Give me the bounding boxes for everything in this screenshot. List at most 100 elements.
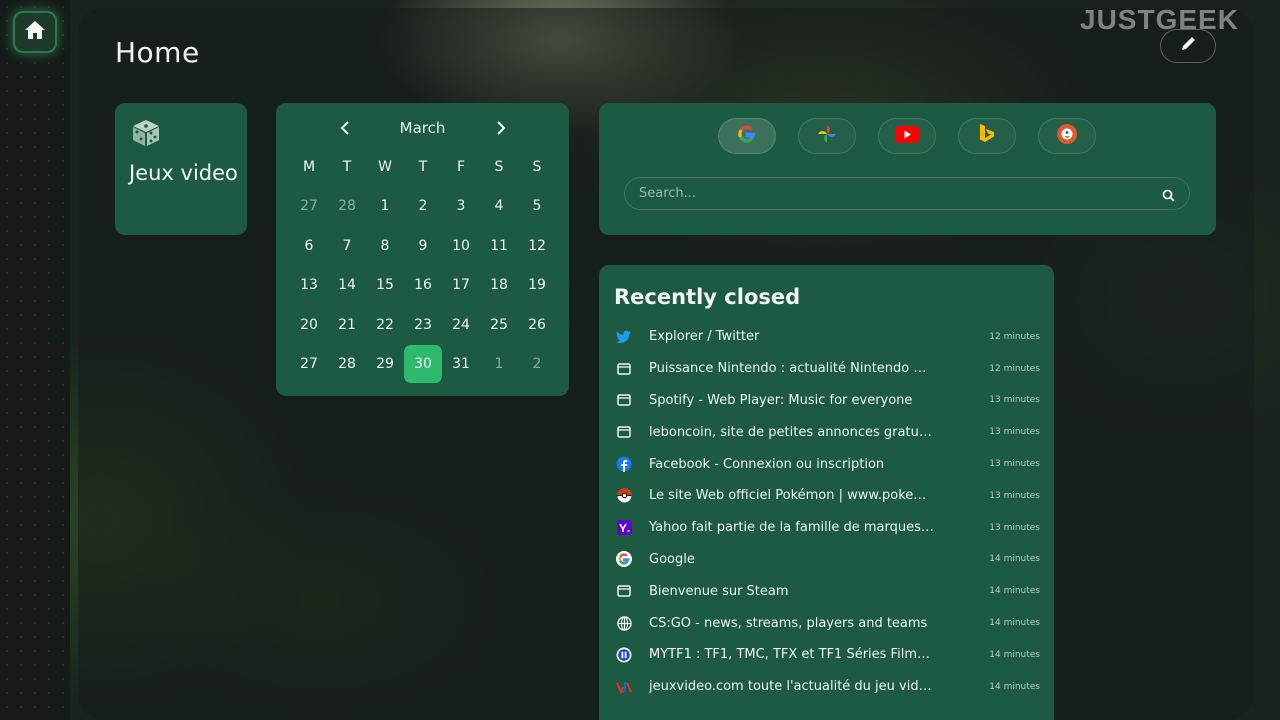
calendar-day[interactable]: 26 (518, 306, 556, 344)
list-item[interactable]: Yahoo fait partie de la famille de marqu… (615, 512, 1040, 544)
list-item[interactable]: leboncoin, site de petites annonces grat… (615, 416, 1040, 448)
list-item[interactable]: Bienvenue sur Steam 14 minutes (615, 575, 1040, 607)
recent-item-title: Google (649, 551, 695, 567)
recent-item-title: Explorer / Twitter (649, 329, 760, 345)
google-icon (615, 550, 633, 568)
engine-duckduckgo-button[interactable] (1038, 118, 1096, 154)
search-input[interactable] (639, 178, 1139, 209)
calendar-day[interactable]: 15 (366, 266, 404, 304)
calendar-day[interactable]: 8 (366, 227, 404, 265)
folder-icon (615, 360, 633, 378)
list-item[interactable]: jeuxvideo.com toute l'actualité du jeu v… (615, 671, 1040, 703)
pinwheel-icon (816, 123, 838, 149)
calendar-day[interactable]: 23 (404, 306, 442, 344)
calendar-day[interactable]: 13 (290, 266, 328, 304)
list-item[interactable]: Le site Web officiel Pokémon | www.pokem… (615, 480, 1040, 512)
calendar-day[interactable]: 29 (366, 345, 404, 383)
calendar-day[interactable]: 28 (328, 187, 366, 225)
list-item[interactable]: Google 14 minutes (615, 544, 1040, 576)
calendar-day[interactable]: 27 (290, 345, 328, 383)
shortcut-label: Jeux video (129, 161, 238, 185)
recently-closed-title: Recently closed (614, 285, 801, 309)
list-item[interactable]: MYTF1 : TF1, TMC, TFX et TF1 Séries Film… (615, 639, 1040, 671)
calendar-day[interactable]: 11 (480, 227, 518, 265)
recent-item-time: 12 minutes (989, 363, 1040, 374)
edit-button[interactable] (1160, 29, 1216, 63)
folder-icon (615, 391, 633, 409)
globe-icon (615, 614, 633, 632)
calendar-day[interactable]: 12 (518, 227, 556, 265)
calendar-day[interactable]: 20 (290, 306, 328, 344)
recent-item-time: 14 minutes (989, 586, 1040, 597)
list-item[interactable]: Puissance Nintendo : actualité Nintendo … (615, 353, 1040, 385)
engine-bing-button[interactable] (958, 118, 1016, 154)
folder-icon (615, 582, 633, 600)
recent-item-title: CS:GO - news, streams, players and teams (649, 615, 928, 631)
recent-item-time: 13 minutes (989, 522, 1040, 533)
next-month-button[interactable] (496, 119, 506, 140)
recent-item-time: 12 minutes (989, 331, 1040, 342)
calendar-weekday-row: M T W T F S S (290, 147, 556, 187)
list-item[interactable]: CS:GO - news, streams, players and teams… (615, 607, 1040, 639)
recent-item-time: 13 minutes (989, 395, 1040, 406)
list-item[interactable]: Facebook - Connexion ou inscription 13 m… (615, 448, 1040, 480)
calendar-week-row: 13 14 15 16 17 18 19 (290, 266, 556, 306)
calendar-day-today[interactable]: 30 (404, 345, 442, 384)
engine-google-button[interactable] (718, 118, 776, 154)
calendar-day[interactable]: 4 (480, 187, 518, 225)
calendar-day[interactable]: 31 (442, 345, 480, 383)
search-icon[interactable] (1162, 187, 1175, 206)
engine-google-photos-button[interactable] (798, 118, 856, 154)
list-item[interactable]: Explorer / Twitter 12 minutes (615, 321, 1040, 353)
facebook-icon (615, 455, 633, 473)
weekday-label: S (494, 158, 504, 175)
folder-icon (615, 423, 633, 441)
recently-closed-list: Explorer / Twitter 12 minutes Puissance … (615, 321, 1040, 703)
duckduckgo-icon (1056, 123, 1078, 149)
recent-item-time: 13 minutes (989, 459, 1040, 470)
calendar-day[interactable]: 14 (328, 266, 366, 304)
calendar-day[interactable]: 2 (518, 345, 556, 383)
jeuxvideo-icon (615, 678, 633, 696)
recent-item-title: Spotify - Web Player: Music for everyone (649, 392, 913, 408)
calendar-day[interactable]: 25 (480, 306, 518, 344)
calendar-day[interactable]: 27 (290, 187, 328, 225)
recent-item-time: 14 minutes (989, 554, 1040, 565)
pokeball-icon (615, 487, 633, 505)
calendar-week-row: 20 21 22 23 24 25 26 (290, 305, 556, 345)
yahoo-icon (615, 519, 633, 537)
recent-item-title: leboncoin, site de petites annonces grat… (649, 424, 934, 440)
calendar-month: March (399, 119, 446, 137)
home-button[interactable] (13, 11, 57, 53)
recent-item-title: Bienvenue sur Steam (649, 583, 789, 599)
recent-item-title: Facebook - Connexion ou inscription (649, 456, 885, 472)
list-item[interactable]: Spotify - Web Player: Music for everyone… (615, 385, 1040, 417)
search-box (624, 177, 1190, 210)
calendar-day[interactable]: 3 (442, 187, 480, 225)
calendar-day[interactable]: 2 (404, 187, 442, 225)
calendar-day[interactable]: 28 (328, 345, 366, 383)
calendar-day[interactable]: 19 (518, 266, 556, 304)
calendar-day[interactable]: 9 (404, 227, 442, 265)
calendar-day[interactable]: 7 (328, 227, 366, 265)
calendar-day[interactable]: 10 (442, 227, 480, 265)
calendar-day[interactable]: 21 (328, 306, 366, 344)
calendar-day[interactable]: 5 (518, 187, 556, 225)
recent-item-time: 14 minutes (989, 649, 1040, 660)
recent-item-time: 13 minutes (989, 490, 1040, 501)
youtube-icon (895, 125, 919, 147)
calendar-day[interactable]: 6 (290, 227, 328, 265)
calendar-widget: March M T W T F S S 27 28 1 2 3 4 5 6 7 … (276, 103, 569, 396)
calendar-week-row: 27 28 1 2 3 4 5 (290, 187, 556, 227)
calendar-day[interactable]: 18 (480, 266, 518, 304)
calendar-day[interactable]: 22 (366, 306, 404, 344)
calendar-day[interactable]: 1 (366, 187, 404, 225)
calendar-day[interactable]: 1 (480, 345, 518, 383)
mytf1-icon (615, 646, 633, 664)
calendar-day[interactable]: 16 (404, 266, 442, 304)
calendar-day[interactable]: 17 (442, 266, 480, 304)
recently-closed-widget: Recently closed Explorer / Twitter 12 mi… (599, 265, 1054, 720)
twitter-icon (615, 328, 633, 346)
engine-youtube-button[interactable] (878, 118, 936, 154)
calendar-day[interactable]: 24 (442, 306, 480, 344)
